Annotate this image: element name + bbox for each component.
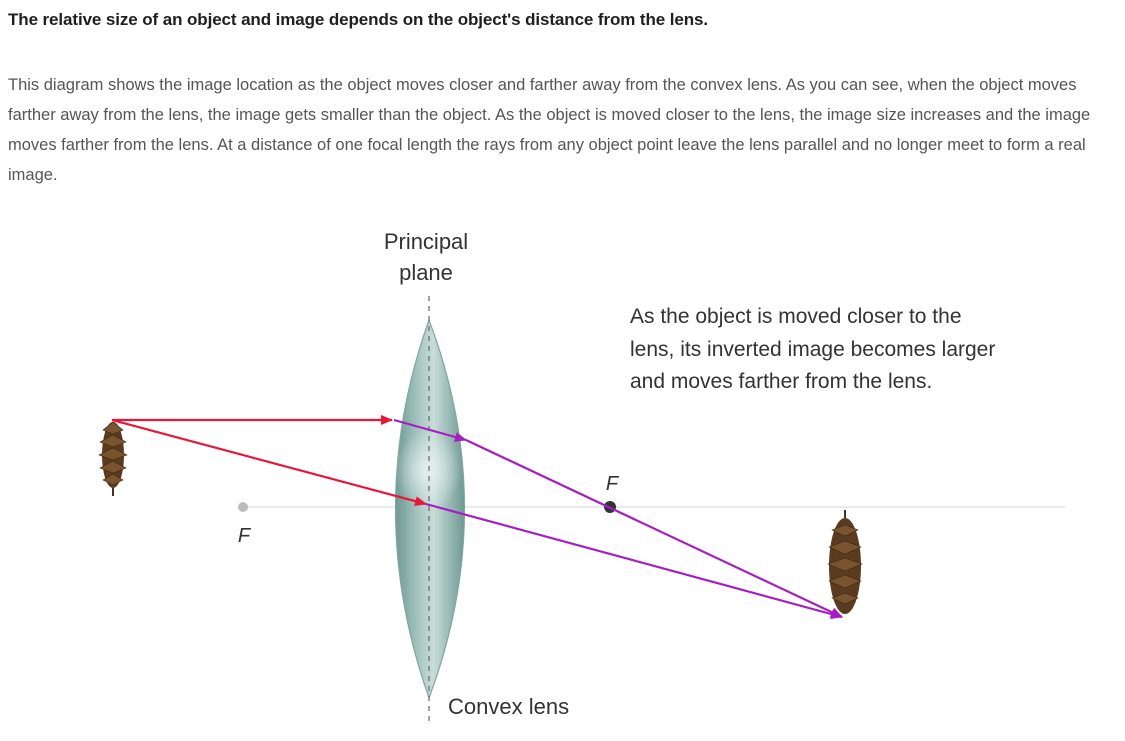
convex-lens-label: Convex lens (448, 694, 569, 719)
annotation-line-1: As the object is moved closer to the (630, 305, 962, 328)
annotation-line-3: and moves farther from the lens. (630, 370, 932, 393)
lens-diagram: Principal plane As the object is moved c… (98, 229, 1065, 722)
refracted-ray-center (425, 502, 843, 619)
focal-left-label: F (238, 525, 252, 547)
focal-point-left (238, 502, 248, 512)
principal-plane-label-line2: plane (399, 260, 453, 285)
image-pinecone (827, 510, 863, 614)
focal-right-label: F (606, 473, 620, 495)
principal-plane-label-line1: Principal (384, 229, 468, 254)
object-pinecone (98, 421, 128, 496)
refracted-ray-parallel-b (465, 439, 843, 618)
annotation-line-2: lens, its inverted image becomes larger (630, 338, 995, 361)
incident-ray-center (111, 418, 427, 506)
